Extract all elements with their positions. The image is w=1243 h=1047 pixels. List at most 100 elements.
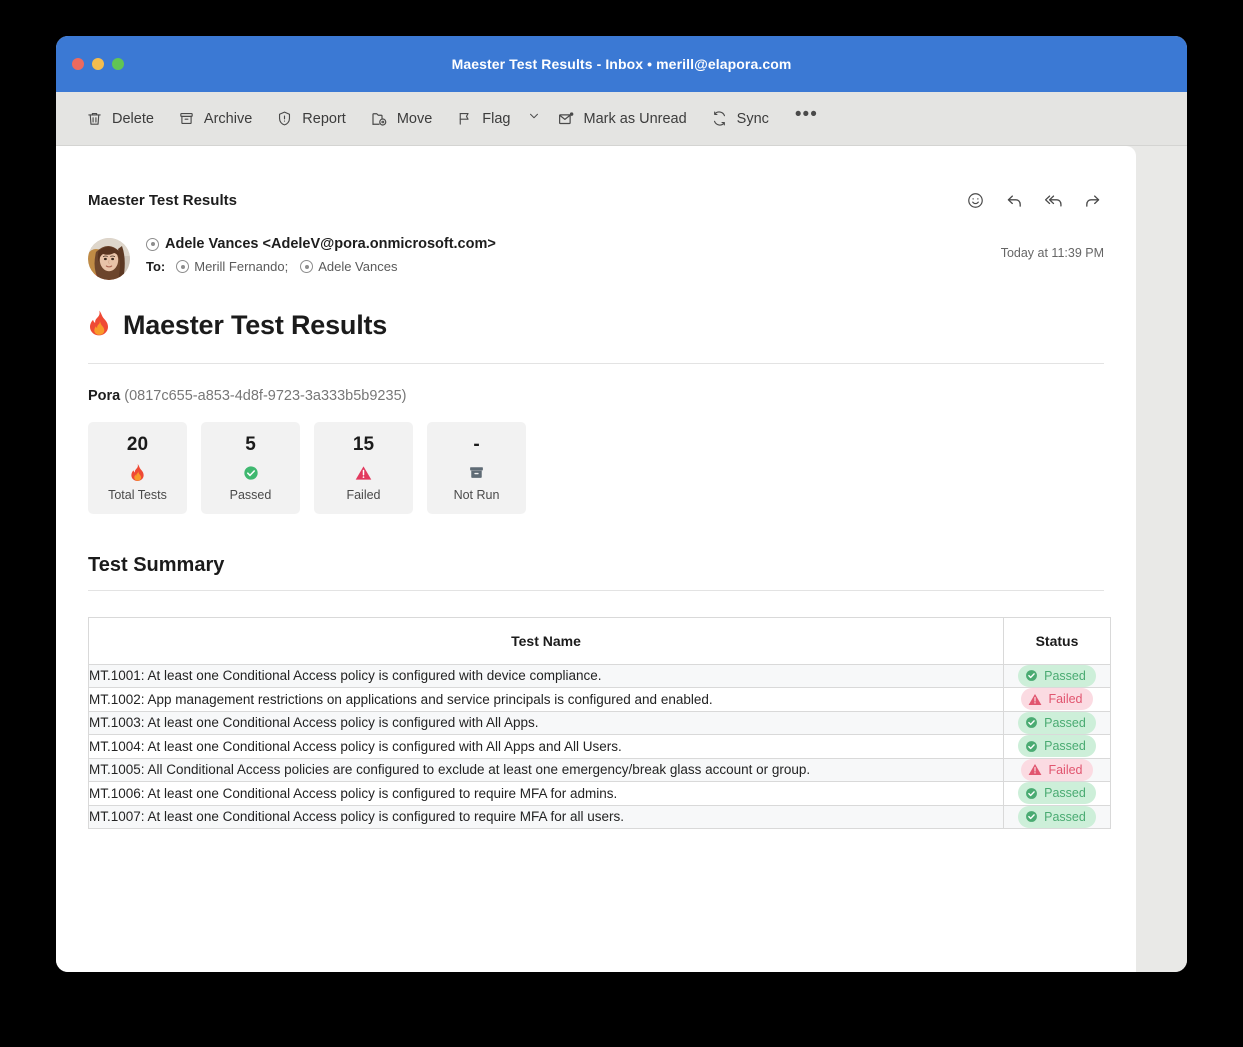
shield-alert-icon xyxy=(276,110,293,127)
react-icon[interactable] xyxy=(963,188,987,212)
avatar xyxy=(88,238,130,280)
report-title-text: Maester Test Results xyxy=(123,310,387,341)
tenant-name: Pora xyxy=(88,388,120,404)
sender-line: Adele Vances <AdeleV@pora.onmicrosoft.co… xyxy=(146,236,496,252)
check-circle-icon xyxy=(1025,669,1038,682)
test-name-cell: MT.1001: At least one Conditional Access… xyxy=(89,664,1004,688)
mark-as-unread-button[interactable]: Mark as Unread xyxy=(547,104,701,134)
stat-card-passed: 5 Passed xyxy=(201,422,300,514)
status-cell: Passed xyxy=(1004,735,1111,759)
column-header-status-label: Status xyxy=(1004,618,1110,664)
email-action-icons xyxy=(963,188,1104,212)
report-title-row: Maester Test Results xyxy=(88,310,1104,341)
status-badge: Passed xyxy=(1018,782,1096,804)
column-header-test-name-label: Test Name xyxy=(89,618,1003,664)
subject-row: Maester Test Results xyxy=(88,146,1104,212)
archive-box-icon xyxy=(433,462,520,484)
status-label: Passed xyxy=(1044,786,1086,800)
trash-icon xyxy=(86,110,103,127)
status-cell: Passed xyxy=(1004,805,1111,829)
reply-icon[interactable] xyxy=(1002,188,1026,212)
archive-icon xyxy=(178,110,195,127)
status-label: Failed xyxy=(1048,692,1082,706)
tenant-id: (0817c655-a853-4d8f-9723-3a333b5b9235) xyxy=(124,388,406,404)
test-name-cell: MT.1003: At least one Conditional Access… xyxy=(89,711,1004,735)
window-titlebar: Maester Test Results - Inbox • merill@el… xyxy=(56,36,1187,92)
close-button[interactable] xyxy=(72,58,84,70)
forward-icon[interactable] xyxy=(1080,188,1104,212)
check-circle-icon xyxy=(1025,810,1038,823)
table-row: MT.1001: At least one Conditional Access… xyxy=(89,664,1111,688)
section-title: Test Summary xyxy=(88,554,1104,577)
status-label: Failed xyxy=(1048,763,1082,777)
report-button[interactable]: Report xyxy=(266,104,360,133)
status-cell: Failed xyxy=(1004,758,1111,782)
status-badge: Passed xyxy=(1018,665,1096,687)
chevron-down-icon xyxy=(527,109,541,128)
title-divider xyxy=(88,363,1104,364)
move-button[interactable]: Move xyxy=(360,104,446,134)
test-name-cell: MT.1002: App management restrictions on … xyxy=(89,688,1004,712)
reply-all-icon[interactable] xyxy=(1041,188,1065,212)
recipient-2[interactable]: Adele Vances xyxy=(300,259,397,274)
stats-row: 20 Total Tests 5 xyxy=(88,422,1104,514)
status-cell: Passed xyxy=(1004,782,1111,806)
stat-value: 15 xyxy=(320,435,407,456)
stat-label: Passed xyxy=(207,488,294,502)
maximize-button[interactable] xyxy=(112,58,124,70)
stat-card-failed: 15 Failed xyxy=(314,422,413,514)
status-cell: Passed xyxy=(1004,711,1111,735)
email-timestamp: Today at 11:39 PM xyxy=(1001,246,1104,260)
window-title: Maester Test Results - Inbox • merill@el… xyxy=(56,56,1187,72)
presence-icon xyxy=(300,260,313,273)
status-badge: Passed xyxy=(1018,806,1096,828)
test-name-cell: MT.1007: At least one Conditional Access… xyxy=(89,805,1004,829)
tenant-info: Pora (0817c655-a853-4d8f-9723-3a333b5b92… xyxy=(88,388,1104,404)
recipient-1[interactable]: Merill Fernando; xyxy=(176,259,288,274)
sync-button[interactable]: Sync xyxy=(701,104,783,133)
stat-label: Not Run xyxy=(433,488,520,502)
delete-label: Delete xyxy=(112,111,154,127)
more-options-button[interactable]: ••• xyxy=(783,108,830,130)
status-label: Passed xyxy=(1044,739,1086,753)
stat-value: 5 xyxy=(207,435,294,456)
sender-name-email: Adele Vances <AdeleV@pora.onmicrosoft.co… xyxy=(165,236,496,252)
move-label: Move xyxy=(397,111,432,127)
minimize-button[interactable] xyxy=(92,58,104,70)
sender-row: Adele Vances <AdeleV@pora.onmicrosoft.co… xyxy=(88,234,1104,280)
delete-button[interactable]: Delete xyxy=(76,104,168,133)
recipients-line: To: Merill Fernando; Adele Vances xyxy=(146,259,496,274)
email-reading-pane: Maester Test Results xyxy=(56,146,1136,972)
to-label: To: xyxy=(146,259,165,274)
status-badge: Passed xyxy=(1018,735,1096,757)
traffic-lights xyxy=(72,58,124,70)
status-cell: Failed xyxy=(1004,688,1111,712)
stat-label: Failed xyxy=(320,488,407,502)
check-circle-icon xyxy=(1025,787,1038,800)
table-row: MT.1007: At least one Conditional Access… xyxy=(89,805,1111,829)
sender-details: Adele Vances <AdeleV@pora.onmicrosoft.co… xyxy=(146,234,496,274)
status-badge: Failed xyxy=(1021,759,1092,781)
column-header-test-name: Test Name xyxy=(89,617,1004,664)
report-label: Report xyxy=(302,111,346,127)
column-header-status: Status xyxy=(1004,617,1111,664)
sync-icon xyxy=(711,110,728,127)
stat-label: Total Tests xyxy=(94,488,181,502)
presence-icon xyxy=(176,260,189,273)
envelope-dot-icon xyxy=(557,110,575,128)
status-cell: Passed xyxy=(1004,664,1111,688)
archive-button[interactable]: Archive xyxy=(168,104,266,133)
flag-dropdown-button[interactable] xyxy=(525,109,547,128)
status-label: Passed xyxy=(1044,716,1086,730)
scroll-gutter[interactable] xyxy=(1136,146,1187,972)
test-name-cell: MT.1005: All Conditional Access policies… xyxy=(89,758,1004,782)
check-circle-icon xyxy=(207,462,294,484)
warning-triangle-icon xyxy=(1028,693,1042,706)
check-circle-icon xyxy=(1025,740,1038,753)
report-body: Maester Test Results Pora (0817c655-a853… xyxy=(88,310,1104,829)
test-name-cell: MT.1004: At least one Conditional Access… xyxy=(89,735,1004,759)
archive-label: Archive xyxy=(204,111,252,127)
flame-icon xyxy=(94,462,181,484)
flag-button[interactable]: Flag xyxy=(446,104,524,133)
flag-label: Flag xyxy=(482,111,510,127)
